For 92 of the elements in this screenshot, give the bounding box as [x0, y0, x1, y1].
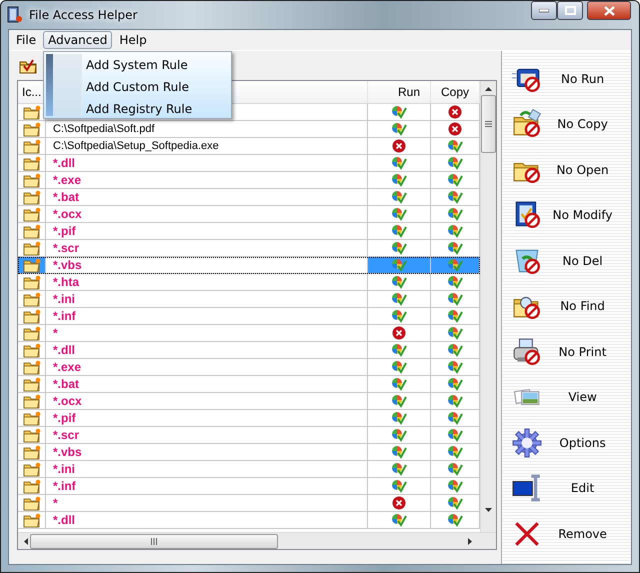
scroll-down-icon [485, 508, 492, 512]
selected-row[interactable]: *.vbs [18, 257, 480, 274]
folder-icon [22, 512, 40, 528]
column-header[interactable]: Ic... [22, 85, 42, 99]
menu-item[interactable]: Advanced [43, 31, 112, 49]
folder-icon [22, 326, 40, 340]
folder-icon [22, 104, 40, 120]
toolbar-button[interactable]: Remove [502, 511, 631, 556]
toolbar-button[interactable]: No Print [502, 329, 631, 374]
minimize-button[interactable] [531, 1, 557, 20]
maximize-icon [564, 6, 576, 15]
app-icon [7, 6, 23, 24]
file-pattern: * [52, 326, 58, 340]
folder-icon [22, 496, 40, 510]
folder-icon [22, 240, 40, 256]
folder-icon [22, 360, 40, 374]
scroll-right-icon [468, 538, 472, 544]
file-pattern: *.vbs [52, 445, 82, 459]
file-pattern: *.inf [52, 309, 76, 323]
toolbar-button[interactable]: No Modify [502, 192, 631, 238]
folder-icon [22, 258, 40, 272]
menu-option[interactable]: Add System Rule [44, 54, 231, 76]
folder-icon [22, 342, 40, 358]
folder-icon [22, 224, 40, 238]
toolbar-button[interactable]: No Find [502, 284, 631, 329]
file-pattern: *.bat [52, 377, 80, 391]
folder-icon [22, 138, 40, 154]
menu-icon-gutter [53, 54, 82, 116]
vertical-scrollbar[interactable] [480, 81, 496, 532]
file-pattern: *.scr [52, 428, 80, 442]
toolbar-button[interactable]: No Copy [502, 102, 631, 147]
file-pattern: *.bat [52, 190, 80, 204]
toolbar-button[interactable]: View [502, 374, 631, 420]
file-path: C:\Softpedia\Soft.pdf [52, 123, 155, 135]
scroll-up-icon [485, 87, 492, 91]
grip-icon [151, 538, 157, 544]
file-pattern: *.vbs [52, 258, 82, 272]
horizontal-scrollbar[interactable] [18, 532, 496, 549]
printer-no-sign-icon [512, 336, 542, 367]
folder-icon [22, 156, 40, 170]
folder-icon [22, 410, 40, 426]
file-path: C:\Softpedia\Setup_Softpedia.exe [52, 140, 219, 152]
toolbar-button[interactable]: No Del [502, 238, 631, 284]
file-pattern: *.inf [52, 479, 76, 493]
file-pattern: *.pif [52, 411, 76, 425]
folder-icon [22, 462, 40, 476]
file-pattern: *.scr [52, 241, 80, 255]
folder-icon [22, 206, 40, 222]
menu-item[interactable]: Help [114, 31, 152, 49]
folder-icon [22, 190, 40, 204]
folder-icon [22, 308, 40, 324]
text-field-icon [512, 473, 542, 504]
grip-icon [485, 121, 492, 127]
folder-icon [22, 394, 40, 408]
file-pattern: *.dll [52, 513, 76, 527]
menu-side-strip [46, 54, 53, 116]
file-pattern: *.dll [52, 156, 76, 170]
toolbar-button[interactable]: No Open [502, 147, 631, 192]
window-title: File Access Helper [29, 8, 138, 22]
toolbar-button[interactable]: No Run [502, 56, 631, 102]
folder-no-sign-icon [512, 109, 542, 140]
file-pattern: * [52, 496, 58, 510]
file-pattern: *.exe [52, 360, 82, 374]
folder-icon [22, 274, 40, 290]
file-pattern: *.pif [52, 224, 76, 238]
file-pattern: *.dll [52, 343, 76, 357]
close-button[interactable] [587, 1, 631, 20]
minimize-icon [539, 8, 549, 12]
file-pattern: *.hta [52, 275, 80, 289]
menu-option[interactable]: Add Custom Rule [44, 76, 231, 98]
file-pattern: *.ini [52, 292, 76, 306]
menu-item[interactable]: File [11, 31, 42, 49]
file-pattern: *.exe [52, 173, 82, 187]
folder-icon [22, 444, 40, 460]
menu-option[interactable]: Add Registry Rule [44, 98, 231, 120]
column-header[interactable]: Run [398, 85, 420, 99]
folder-icon [22, 376, 40, 392]
maximize-button[interactable] [557, 1, 583, 20]
folder-icon [22, 428, 40, 442]
file-pattern: *.ocx [52, 207, 82, 221]
folder-icon [22, 292, 40, 306]
folder-icon [22, 478, 40, 494]
folder-check-icon [19, 58, 37, 74]
file-pattern: *.ini [52, 462, 76, 476]
toolbar-button[interactable]: Edit [502, 466, 631, 511]
close-icon [604, 6, 614, 16]
column-header[interactable]: Copy [440, 85, 469, 99]
file-pattern: *.ocx [52, 394, 82, 408]
folder-icon [22, 172, 40, 188]
folder-icon [22, 122, 40, 136]
scroll-left-icon [24, 538, 28, 544]
toolbar-button[interactable]: Options [502, 420, 631, 466]
